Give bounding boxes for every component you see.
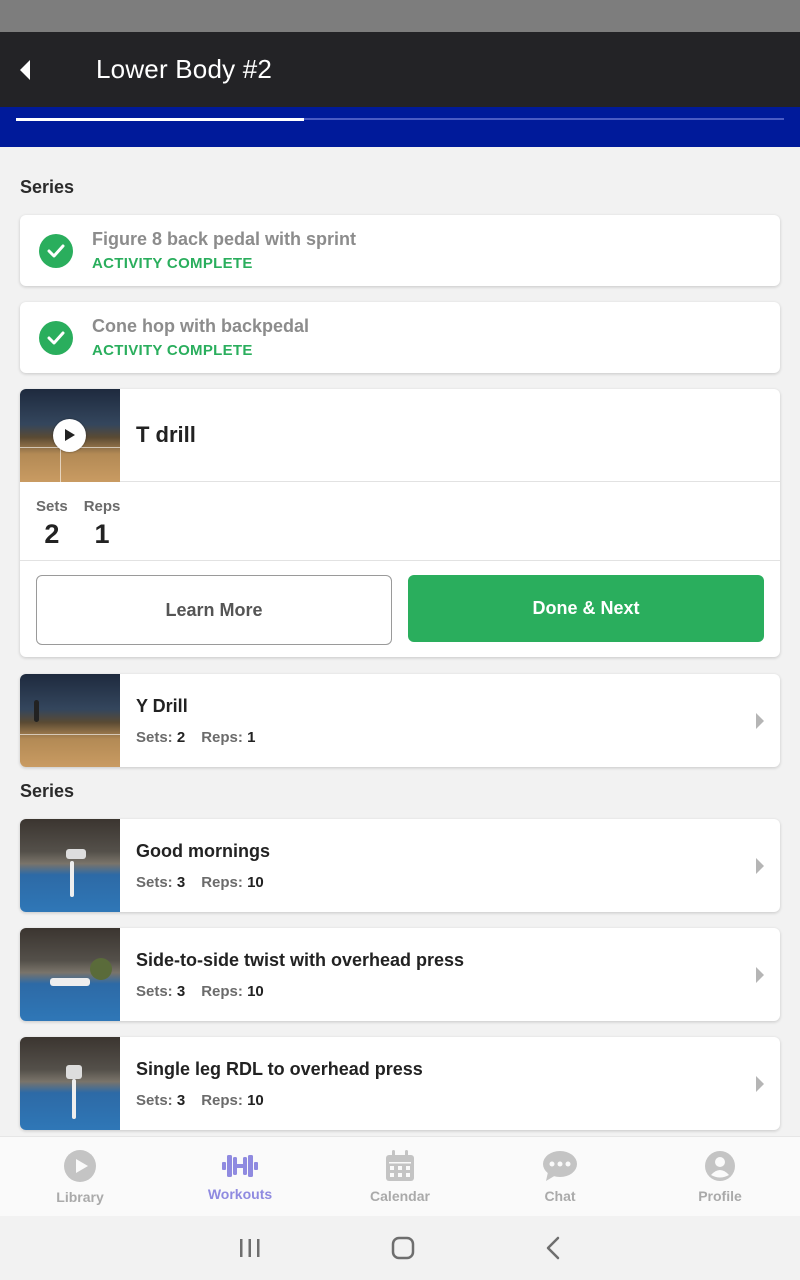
page-title: Lower Body #2 [96, 54, 273, 84]
reps-value: 10 [247, 982, 264, 1000]
nav-label: Library [56, 1188, 104, 1205]
sets-label: Sets: [136, 982, 173, 1000]
sets-value: 3 [176, 873, 186, 891]
exercise-name: Figure 8 back pedal with sprint [92, 229, 357, 249]
sets-value: 3 [176, 982, 186, 1000]
play-icon[interactable] [53, 418, 86, 452]
check-icon [39, 233, 73, 268]
reps-label: Reps: [201, 1091, 243, 1109]
bottom-navigation: Library Workouts Calendar Chat Profile [0, 1136, 800, 1216]
reps-label: Reps: [201, 982, 243, 1000]
completed-exercise-card[interactable]: Figure 8 back pedal with sprint ACTIVITY… [20, 215, 780, 286]
exercise-video-thumbnail[interactable] [20, 389, 120, 482]
exercise-card[interactable]: Single leg RDL to overhead press Sets: 3… [20, 1037, 780, 1130]
status-bar [0, 0, 800, 32]
sets-stat: Sets 2 [36, 498, 68, 560]
system-navigation-bar [0, 1216, 800, 1280]
recent-apps-icon[interactable] [239, 1238, 261, 1258]
activity-complete-label: ACTIVITY COMPLETE [92, 342, 253, 359]
sets-label: Sets [36, 498, 68, 515]
chevron-right-icon [740, 857, 780, 875]
exercise-name: Y Drill [136, 695, 188, 716]
reps-stat: Reps 1 [84, 498, 121, 560]
workout-content[interactable]: Series Figure 8 back pedal with sprint A… [0, 147, 800, 1136]
chevron-right-icon [740, 712, 780, 730]
exercise-thumbnail [20, 928, 120, 1021]
reps-value: 10 [247, 873, 264, 891]
check-icon [39, 320, 73, 355]
profile-icon [705, 1150, 735, 1181]
reps-label: Reps [83, 498, 121, 515]
nav-label: Calendar [370, 1187, 430, 1204]
exercise-thumbnail [20, 819, 120, 912]
dumbbell-icon [222, 1154, 258, 1177]
progress-track [16, 117, 784, 121]
home-icon[interactable] [391, 1236, 415, 1260]
section-label-series: Series [20, 177, 75, 197]
exercise-name: Good mornings [136, 840, 270, 861]
nav-profile[interactable]: Profile [640, 1137, 800, 1216]
app-header: Lower Body #2 [0, 32, 800, 107]
exercise-meta: Sets: 3 Reps: 10 [136, 874, 740, 891]
back-button[interactable] [0, 32, 50, 107]
reps-value: 1 [247, 728, 256, 746]
chat-icon [543, 1150, 577, 1181]
sets-label: Sets: [136, 873, 173, 891]
learn-more-button[interactable]: Learn More [36, 575, 392, 645]
exercise-stats: Sets 2 Reps 1 [20, 482, 780, 561]
exercise-card[interactable]: Y Drill Sets: 2 Reps: 1 [20, 674, 780, 767]
nav-label: Chat [544, 1187, 576, 1204]
nav-chat[interactable]: Chat [480, 1137, 640, 1216]
chevron-right-icon [740, 966, 780, 984]
completed-exercise-card[interactable]: Cone hop with backpedal ACTIVITY COMPLET… [20, 302, 780, 373]
exercise-thumbnail [20, 1037, 120, 1130]
workout-progress [0, 107, 800, 147]
exercise-name: Side-to-side twist with overhead press [136, 949, 465, 970]
active-exercise-name: T drill [136, 422, 196, 447]
exercise-name: Cone hop with backpedal [92, 316, 310, 336]
nav-library[interactable]: Library [0, 1137, 160, 1216]
done-next-button[interactable]: Done & Next [408, 575, 764, 642]
sets-value: 2 [176, 728, 186, 746]
activity-complete-label: ACTIVITY COMPLETE [92, 255, 253, 272]
play-circle-icon [64, 1149, 96, 1182]
active-exercise-card: T drill Sets 2 Reps 1 Learn More Done & … [20, 389, 780, 657]
exercise-meta: Sets: 2 Reps: 1 [136, 729, 740, 746]
back-icon[interactable] [545, 1236, 561, 1260]
nav-label: Workouts [207, 1185, 273, 1202]
exercise-card[interactable]: Side-to-side twist with overhead press S… [20, 928, 780, 1021]
exercise-card[interactable]: Good mornings Sets: 3 Reps: 10 [20, 819, 780, 912]
nav-calendar[interactable]: Calendar [320, 1137, 480, 1216]
reps-label: Reps: [201, 728, 243, 746]
nav-workouts[interactable]: Workouts [160, 1137, 320, 1216]
exercise-thumbnail [20, 674, 120, 767]
back-arrow-icon [20, 59, 30, 80]
sets-label: Sets: [136, 728, 173, 746]
sets-value: 3 [176, 1091, 186, 1109]
reps-label: Reps: [201, 873, 243, 891]
reps-value: 10 [247, 1091, 264, 1109]
chevron-right-icon [740, 1075, 780, 1093]
calendar-icon [386, 1149, 414, 1181]
progress-fill [16, 117, 304, 121]
exercise-name: Single leg RDL to overhead press [136, 1058, 423, 1079]
exercise-meta: Sets: 3 Reps: 10 [136, 983, 740, 1000]
nav-label: Profile [698, 1187, 742, 1204]
sets-label: Sets: [136, 1091, 173, 1109]
section-label-series: Series [20, 781, 75, 801]
exercise-meta: Sets: 3 Reps: 10 [136, 1092, 740, 1109]
reps-value: 1 [94, 519, 110, 549]
sets-value: 2 [44, 519, 60, 549]
